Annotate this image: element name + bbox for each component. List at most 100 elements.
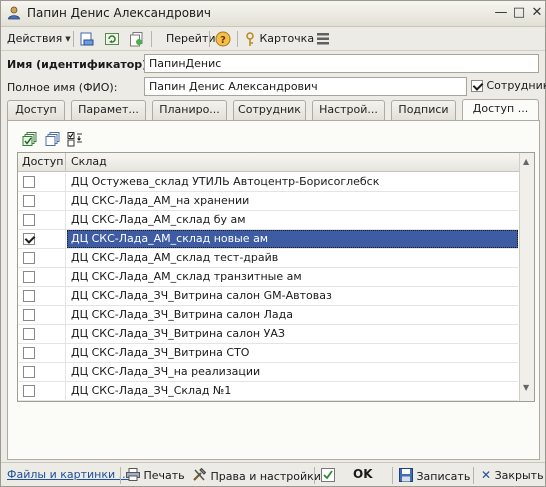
warehouse-cell[interactable]: ДЦ СКС-Лада_ЗЧ_Витрина салон УАЗ — [67, 325, 518, 343]
refresh-icon[interactable] — [104, 31, 120, 47]
access-checkbox[interactable] — [23, 347, 35, 359]
table-row[interactable]: ДЦ СКС-Лада_ЗЧ_Витрина салон УАЗ — [18, 325, 518, 344]
access-cell — [18, 363, 66, 381]
column-header-warehouse[interactable]: Склад — [67, 153, 107, 172]
rights-label: Права и настройки — [210, 470, 321, 483]
warehouse-cell[interactable]: ДЦ СКС-Лада_АМ_на хранении — [67, 192, 518, 210]
table-row[interactable]: ДЦ СКС-Лада_АМ_склад тест-драйв — [18, 249, 518, 268]
access-checkbox[interactable] — [23, 328, 35, 340]
access-checkbox[interactable] — [23, 214, 35, 226]
invert-selection-icon[interactable] — [67, 131, 83, 147]
ok-check-icon[interactable] — [321, 468, 335, 482]
warehouse-cell[interactable]: ДЦ СКС-Лада_ЗЧ_Витрина салон GM-Автоваз — [67, 287, 518, 305]
scroll-up-icon[interactable]: ▲ — [523, 157, 529, 166]
table-row[interactable]: ДЦ Остужева_склад УТИЛЬ Автоцентр-Борисо… — [18, 173, 518, 192]
warehouse-cell[interactable]: ДЦ СКС-Лада_ЗЧ_Витрина салон Лада — [67, 306, 518, 324]
access-cell — [18, 268, 66, 286]
list-settings-icon[interactable] — [315, 31, 331, 47]
employee-check-box[interactable] — [471, 80, 483, 92]
scroll-down-icon[interactable]: ▼ — [523, 383, 529, 392]
warehouse-table[interactable]: Доступ Склад ДЦ Остужева_склад УТИЛЬ Авт… — [17, 152, 535, 402]
employee-checkbox[interactable]: Сотрудник — [471, 79, 546, 92]
save-button[interactable]: Записать — [399, 468, 470, 484]
table-row[interactable]: ДЦ СКС-Лада_АМ_на хранении — [18, 192, 518, 211]
column-header-access[interactable]: Доступ — [18, 153, 66, 172]
vertical-scrollbar[interactable]: ▲ ▼ — [519, 153, 534, 401]
svg-text:?: ? — [220, 35, 226, 46]
minimize-button[interactable]: — — [493, 5, 509, 21]
toolbar-separator — [209, 31, 210, 47]
access-cell — [18, 287, 66, 305]
maximize-button[interactable]: □ — [511, 5, 527, 21]
print-button[interactable]: Печать — [126, 468, 185, 483]
warehouse-cell[interactable]: ДЦ СКС-Лада_ЗЧ_Склад №1 — [67, 382, 518, 400]
access-cell — [18, 382, 66, 400]
tab-access[interactable]: Доступ — [7, 100, 65, 120]
warehouse-cell[interactable]: ДЦ СКС-Лада_АМ_склад транзитные ам — [67, 268, 518, 286]
tab-employee[interactable]: Сотрудник — [233, 100, 306, 120]
tab-strip: Доступ Парамет... Планиро... Сотрудник Н… — [7, 99, 539, 121]
warehouse-cell[interactable]: ДЦ СКС-Лада_ЗЧ_на реализации — [67, 363, 518, 381]
access-checkbox[interactable] — [23, 385, 35, 397]
toolbar: Действия▼ Перейти▼ ? — [1, 27, 545, 51]
tab-settings[interactable]: Настрой... — [312, 100, 385, 120]
close-label: Закрыть — [494, 469, 544, 482]
employee-label: Сотрудник — [486, 79, 546, 92]
access-checkbox[interactable] — [23, 271, 35, 283]
table-row[interactable]: ДЦ СКС-Лада_ЗЧ_Витрина салон GM-Автоваз — [18, 287, 518, 306]
actions-label: Действия — [7, 32, 63, 45]
copy-document-icon[interactable] — [129, 31, 145, 47]
warehouse-cell[interactable]: ДЦ СКС-Лада_ЗЧ_Витрина СТО — [67, 344, 518, 362]
access-cell — [18, 173, 66, 191]
help-icon[interactable]: ? — [215, 31, 231, 47]
table-row[interactable]: ДЦ СКС-Лада_АМ_склад новые ам — [18, 230, 518, 249]
actions-menu[interactable]: Действия ▼ — [7, 30, 71, 48]
table-row[interactable]: ДЦ СКС-Лада_ЗЧ_на реализации — [18, 363, 518, 382]
title-bar[interactable]: Папин Денис Александрович — □ ✕ — [1, 1, 545, 27]
user-icon — [8, 6, 20, 20]
name-input[interactable]: ПапинДенис — [144, 54, 539, 73]
close-button[interactable]: ✕ — [529, 5, 545, 21]
toolbar-separator — [73, 31, 74, 47]
table-row[interactable]: ДЦ СКС-Лада_АМ_склад транзитные ам — [18, 268, 518, 287]
dropdown-arrow-icon: ▼ — [65, 35, 71, 43]
uncheck-all-icon[interactable] — [45, 131, 61, 147]
rights-and-settings-button[interactable]: Права и настройки — [192, 467, 321, 484]
tab-signatures[interactable]: Подписи — [391, 100, 456, 120]
files-and-pictures-link[interactable]: Файлы и картинки ... — [7, 468, 129, 482]
fullname-input[interactable]: Папин Денис Александрович — [144, 77, 467, 96]
table-row[interactable]: ДЦ СКС-Лада_ЗЧ_Витрина салон Лада — [18, 306, 518, 325]
printer-icon — [126, 468, 140, 481]
access-cell — [18, 344, 66, 362]
close-form-button[interactable]: ✕ Закрыть — [481, 468, 544, 483]
table-row[interactable]: ДЦ СКС-Лада_ЗЧ_Витрина СТО — [18, 344, 518, 363]
card-button[interactable]: Карточка — [244, 30, 314, 48]
access-checkbox[interactable] — [23, 252, 35, 264]
check-all-icon[interactable] — [22, 131, 38, 147]
save-label: Записать — [416, 470, 471, 483]
bottom-separator — [473, 467, 474, 484]
tab-parameters[interactable]: Парамет... — [71, 100, 146, 120]
warehouse-cell[interactable]: ДЦ СКС-Лада_АМ_склад бу ам — [67, 211, 518, 229]
access-checkbox[interactable] — [23, 233, 35, 245]
access-checkbox[interactable] — [23, 366, 35, 378]
warehouse-cell[interactable]: ДЦ СКС-Лада_АМ_склад тест-драйв — [67, 249, 518, 267]
table-row[interactable]: ДЦ СКС-Лада_АМ_склад бу ам — [18, 211, 518, 230]
tab-access-warehouses[interactable]: Доступ ... — [462, 99, 539, 121]
table-row[interactable]: ДЦ СКС-Лада_ЗЧ_Склад №1 — [18, 382, 518, 401]
warehouse-cell[interactable]: ДЦ Остужева_склад УТИЛЬ Автоцентр-Борисо… — [67, 173, 518, 191]
name-label: Имя (идентификатор): — [7, 58, 152, 71]
fullname-label: Полное имя (ФИО): — [7, 81, 118, 94]
access-checkbox[interactable] — [23, 309, 35, 321]
save-record-icon[interactable] — [79, 31, 95, 47]
tab-planning[interactable]: Планиро... — [152, 100, 227, 120]
access-checkbox[interactable] — [23, 195, 35, 207]
toolbar-separator — [151, 31, 152, 47]
access-checkbox[interactable] — [23, 176, 35, 188]
tools-icon — [193, 467, 207, 481]
access-checkbox[interactable] — [23, 290, 35, 302]
warehouse-cell[interactable]: ДЦ СКС-Лада_АМ_склад новые ам — [67, 230, 518, 248]
access-cell — [18, 230, 66, 248]
bottom-separator — [392, 467, 393, 484]
ok-button[interactable]: OK — [353, 467, 373, 481]
